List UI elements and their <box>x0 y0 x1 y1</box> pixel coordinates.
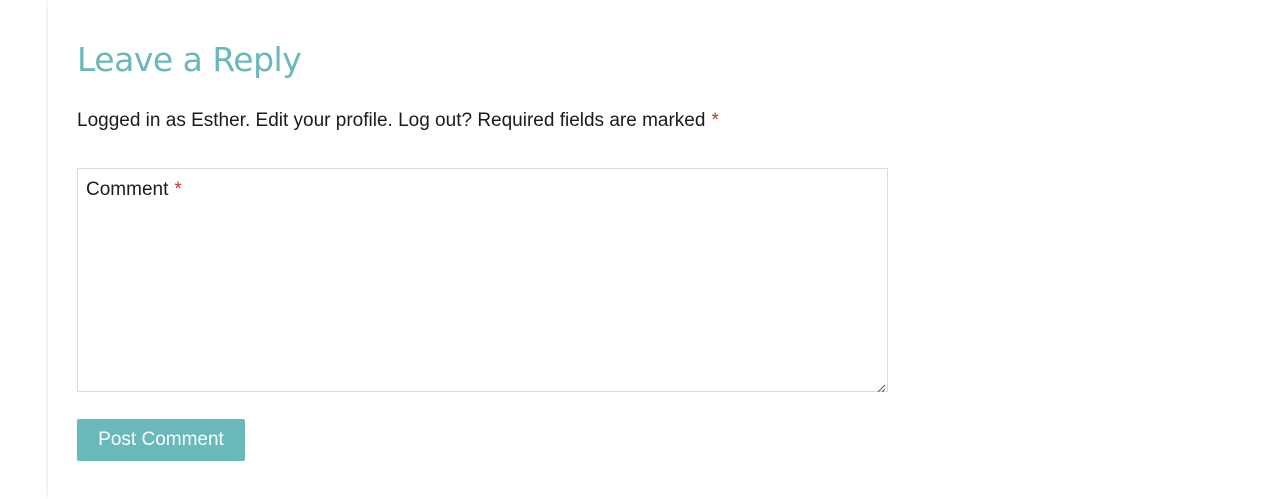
comment-respond-section: Leave a Reply Logged in as Esther. Edit … <box>48 0 1280 499</box>
comment-label: Comment * <box>86 177 182 203</box>
reply-title: Leave a Reply <box>77 40 302 79</box>
comment-field[interactable]: Comment * <box>77 168 888 393</box>
post-comment-button[interactable]: Post Comment <box>77 419 245 461</box>
required-marker: * <box>711 110 719 131</box>
resize-handle-icon[interactable] <box>876 380 886 393</box>
comment-textarea[interactable] <box>78 169 887 391</box>
page-left-edge <box>0 0 46 499</box>
logged-in-notice: Logged in as Esther. Edit your profile. … <box>77 108 719 134</box>
logged-in-text: Logged in as Esther. Edit your profile. … <box>77 110 706 131</box>
comment-required-marker: * <box>174 179 182 200</box>
comment-label-text: Comment <box>86 179 169 200</box>
